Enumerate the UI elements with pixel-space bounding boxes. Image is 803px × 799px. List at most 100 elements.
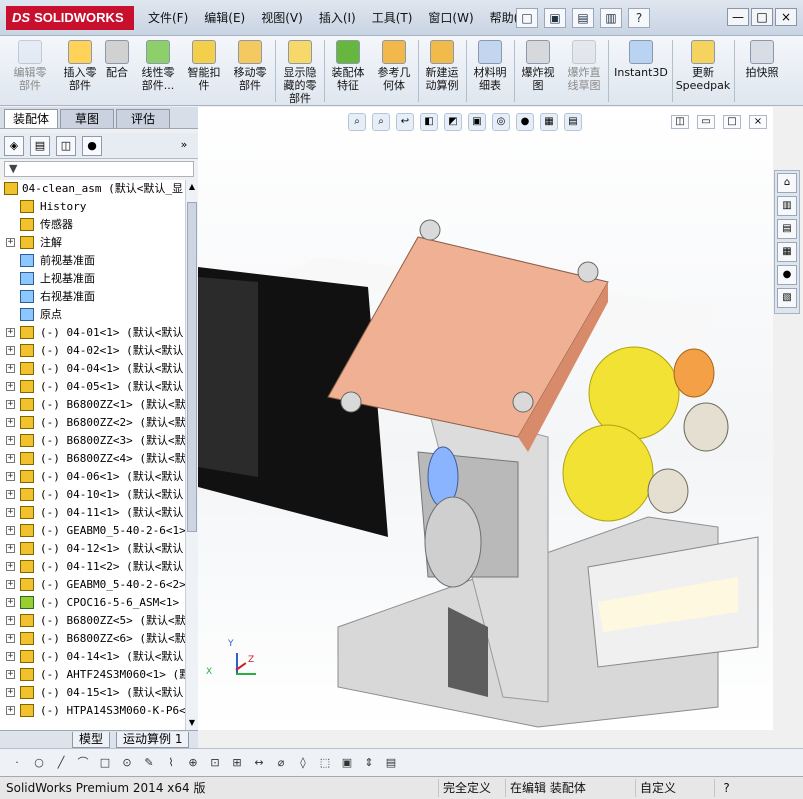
expand-icon[interactable]: + (6, 544, 15, 553)
print-icon[interactable]: ▥ (600, 8, 622, 28)
expand-icon[interactable]: + (6, 346, 15, 355)
menu-view[interactable]: 视图(V) (261, 9, 303, 26)
tree-item[interactable]: + (-) HTPA14S3M060-K-P6<1 (0, 702, 185, 720)
tree-item[interactable]: 前视基准面 (0, 252, 185, 270)
tree-item[interactable]: + (-) 04-01<1> (默认<默认 (0, 324, 185, 342)
tree-item[interactable]: + (-) B6800ZZ<1> (默认<默 (0, 396, 185, 414)
graphics-area[interactable]: ⌕ ⌕ ↩ ◧ ◩ ▣ ◎ ● ▦ ▤ ◫ ▭ □ × Y X Z (198, 107, 773, 730)
expand-icon[interactable]: + (6, 634, 15, 643)
tree-item[interactable]: 04-clean_asm (默认<默认_显 (0, 180, 185, 198)
ribbon-smart-fasteners[interactable]: 智能扣 件 (182, 36, 226, 106)
expand-icon[interactable]: + (6, 400, 15, 409)
solidworks-logo[interactable]: DS SOLIDWORKS (6, 6, 134, 30)
tree-item[interactable]: + (-) CPOC16-5-6_ASM<1> ( (0, 594, 185, 612)
tree-item[interactable]: 右视基准面 (0, 288, 185, 306)
expand-icon[interactable]: + (6, 688, 15, 697)
feature-tree-filter[interactable]: ▼ (4, 161, 194, 177)
tree-item[interactable]: + (-) GEABM0_5-40-2-6<1> (0, 522, 185, 540)
sketch-tool-icon[interactable]: ▣ (338, 754, 356, 772)
expand-icon[interactable]: + (6, 328, 15, 337)
sketch-tool-icon[interactable]: ⇕ (360, 754, 378, 772)
menu-tools[interactable]: 工具(T) (372, 9, 413, 26)
status-help-icon[interactable]: ? (714, 779, 734, 797)
configurationmanager-tab-icon[interactable]: ◫ (56, 136, 76, 156)
scroll-up-icon[interactable]: ▲ (187, 182, 197, 192)
custom-properties-icon[interactable]: ▧ (777, 288, 797, 308)
tree-item[interactable]: History (0, 198, 185, 216)
tree-item[interactable]: + (-) 04-04<1> (默认<默认 (0, 360, 185, 378)
tree-item[interactable]: + (-) 04-02<1> (默认<默认 (0, 342, 185, 360)
expand-icon[interactable]: + (6, 616, 15, 625)
expand-icon[interactable]: + (6, 706, 15, 715)
tab-motion-study[interactable]: 运动算例 1 (116, 732, 190, 748)
ribbon-assembly-features[interactable]: 装配体 特征 (326, 36, 370, 106)
tab-assembly[interactable]: 装配体 (4, 109, 58, 128)
expand-icon[interactable]: + (6, 364, 15, 373)
tree-item[interactable]: + (-) 04-05<1> (默认<默认 (0, 378, 185, 396)
expand-icon[interactable]: + (6, 418, 15, 427)
sketch-tool-icon[interactable]: □ (96, 754, 114, 772)
view-palette-icon[interactable]: ▦ (777, 242, 797, 262)
ribbon-move-component[interactable]: 移动零 部件 (228, 36, 272, 106)
assembly-model[interactable] (198, 107, 773, 730)
tree-item[interactable]: + (-) 04-14<1> (默认<默认 (0, 648, 185, 666)
sketch-tool-icon[interactable]: ⌇ (162, 754, 180, 772)
tree-item[interactable]: + (-) B6800ZZ<2> (默认<默 (0, 414, 185, 432)
expand-icon[interactable]: + (6, 580, 15, 589)
sketch-tool-icon[interactable]: ╱ (52, 754, 70, 772)
appearances-icon[interactable]: ● (777, 265, 797, 285)
tree-item[interactable]: + (-) 04-11<2> (默认<默认 (0, 558, 185, 576)
tree-item[interactable]: + (-) GEABM0_5-40-2-6<2> (0, 576, 185, 594)
tree-item[interactable]: + (-) AHTF24S3M060<1> (默 (0, 666, 185, 684)
expand-icon[interactable]: + (6, 508, 15, 517)
restore-button[interactable]: □ (751, 8, 773, 26)
menu-file[interactable]: 文件(F) (148, 9, 188, 26)
propertymanager-tab-icon[interactable]: ▤ (30, 136, 50, 156)
ribbon-instant3d[interactable]: Instant3D (612, 36, 670, 106)
expand-icon[interactable]: + (6, 436, 15, 445)
expand-icon[interactable]: + (6, 652, 15, 661)
close-button[interactable]: × (775, 8, 797, 26)
ribbon-insert-component[interactable]: 插入零 部件 (58, 36, 102, 106)
tree-item[interactable]: + 注解 (0, 234, 185, 252)
status-custom[interactable]: 自定义 (635, 779, 710, 797)
sketch-tool-icon[interactable]: ○ (30, 754, 48, 772)
ribbon-show-hidden[interactable]: 显示隐 藏的零 部件 (278, 36, 322, 106)
sketch-tool-icon[interactable]: ⊕ (184, 754, 202, 772)
expand-icon[interactable]: + (6, 562, 15, 571)
tree-item[interactable]: + (-) B6800ZZ<3> (默认<默 (0, 432, 185, 450)
help-icon[interactable]: ? (628, 8, 650, 28)
new-document-icon[interactable]: □ (516, 8, 538, 28)
sketch-tool-icon[interactable]: ⊞ (228, 754, 246, 772)
ribbon-new-motion-study[interactable]: 新建运 动算例 (420, 36, 464, 106)
ribbon-take-snapshot[interactable]: 拍快照 (738, 36, 786, 106)
tree-item[interactable]: + (-) 04-12<1> (默认<默认 (0, 540, 185, 558)
collapse-panel-icon[interactable]: » (174, 136, 194, 156)
tree-item[interactable]: + (-) 04-10<1> (默认<默认 (0, 486, 185, 504)
sketch-tool-icon[interactable]: ▤ (382, 754, 400, 772)
sketch-tool-icon[interactable]: ◊ (294, 754, 312, 772)
tab-evaluate[interactable]: 评估 (116, 109, 170, 128)
featuremanager-tab-icon[interactable]: ◈ (4, 136, 24, 156)
ribbon-update-speedpak[interactable]: 更新 Speedpak (674, 36, 732, 106)
tree-item[interactable]: + (-) 04-11<1> (默认<默认 (0, 504, 185, 522)
expand-icon[interactable]: + (6, 490, 15, 499)
tree-item[interactable]: + (-) B6800ZZ<6> (默认<默 (0, 630, 185, 648)
sketch-tool-icon[interactable]: ⊙ (118, 754, 136, 772)
expand-icon[interactable]: + (6, 454, 15, 463)
scroll-thumb[interactable] (187, 202, 197, 532)
tree-item[interactable]: 传感器 (0, 216, 185, 234)
sketch-tool-icon[interactable]: ↔ (250, 754, 268, 772)
sketch-tool-icon[interactable]: ⊡ (206, 754, 224, 772)
expand-icon[interactable]: + (6, 472, 15, 481)
tab-sketch[interactable]: 草图 (60, 109, 114, 128)
expand-icon[interactable]: + (6, 382, 15, 391)
tree-item[interactable]: + (-) B6800ZZ<5> (默认<默 (0, 612, 185, 630)
solidworks-resources-icon[interactable]: ⌂ (777, 173, 797, 193)
tree-item[interactable]: + (-) 04-15<1> (默认<默认 (0, 684, 185, 702)
scroll-down-icon[interactable]: ▼ (187, 718, 197, 728)
displaymanager-tab-icon[interactable]: ● (82, 136, 102, 156)
minimize-button[interactable]: — (727, 8, 749, 26)
ribbon-mate[interactable]: 配合 (102, 36, 132, 106)
tree-item[interactable]: 原点 (0, 306, 185, 324)
